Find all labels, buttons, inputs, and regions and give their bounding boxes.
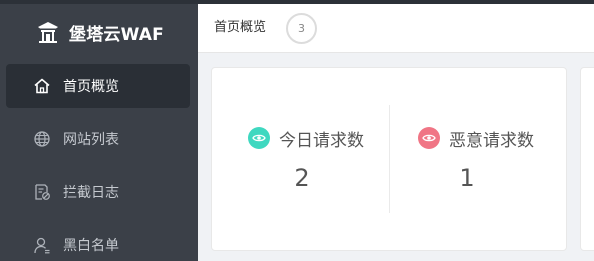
home-icon [32, 76, 52, 96]
log-icon [32, 182, 52, 202]
sidebar-item-label: 网站列表 [63, 132, 119, 148]
sidebar-item-label: 黑白名单 [63, 238, 119, 254]
top-bar: 首页概览 3 [198, 4, 594, 53]
eye-icon [248, 127, 270, 149]
globe-icon [32, 129, 52, 149]
brand[interactable]: 堡塔云WAF [36, 18, 164, 46]
sidebar-item-site-list[interactable]: 网站列表 [6, 117, 190, 161]
sidebar-item-label: 拦截日志 [63, 185, 119, 201]
malicious-requests-stat: 恶意请求数 1 [418, 126, 534, 206]
sidebar: 堡塔云WAF 首页概览 网站列表 拦截日志 黑白名单 [0, 4, 198, 261]
sidebar-item-label: 首页概览 [63, 79, 119, 95]
divider [389, 105, 390, 213]
stats-card: 今日请求数 2 恶意请求数 1 [211, 67, 567, 251]
user-icon [32, 235, 52, 255]
eye-icon [418, 127, 440, 149]
breadcrumb[interactable]: 首页概览 [214, 4, 266, 53]
stat-value: 2 [294, 164, 310, 192]
sidebar-item-overview[interactable]: 首页概览 [6, 64, 190, 108]
sidebar-item-intercept-log[interactable]: 拦截日志 [6, 170, 190, 214]
secondary-card [580, 67, 594, 251]
sidebar-item-black-white-list[interactable]: 黑白名单 [6, 223, 190, 261]
pagoda-logo-icon [36, 20, 60, 44]
notification-count-badge[interactable]: 3 [286, 13, 317, 44]
stat-value: 1 [459, 164, 475, 192]
stat-title: 恶意请求数 [449, 130, 534, 151]
today-requests-stat: 今日请求数 2 [248, 126, 364, 206]
stat-title: 今日请求数 [279, 130, 364, 151]
app-name: 堡塔云WAF [69, 24, 164, 45]
